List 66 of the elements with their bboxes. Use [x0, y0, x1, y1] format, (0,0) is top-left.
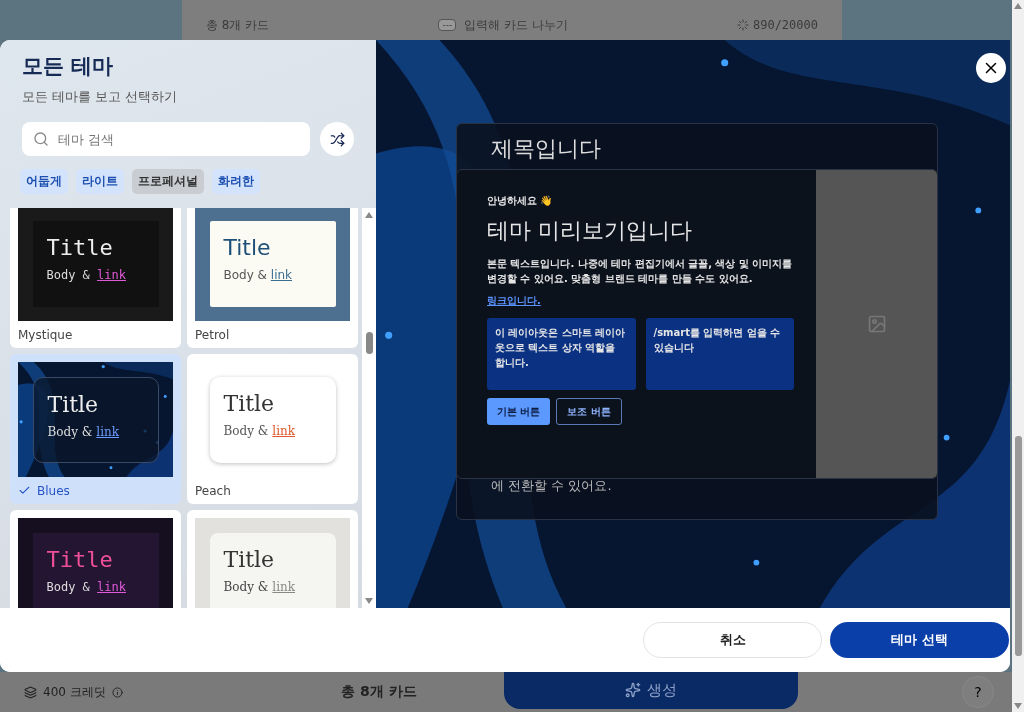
theme-card[interactable]: Title Body & link Mystique	[10, 208, 181, 348]
sample-title: Title	[223, 390, 276, 416]
sample-title: Title	[46, 546, 114, 572]
divider-hint: 입력해 카드 나누기	[464, 16, 568, 34]
image-icon	[866, 314, 887, 334]
check-icon	[18, 484, 31, 497]
sample-title: Title	[223, 546, 276, 572]
sample-title: Title	[223, 234, 272, 260]
theme-name: Petrol	[195, 327, 230, 342]
theme-name: Blues	[37, 483, 70, 498]
theme-name: Peach	[195, 483, 231, 498]
theme-card[interactable]: Title Body & link Peach	[187, 354, 358, 504]
sample-link[interactable]: link	[270, 267, 293, 282]
credits: 400 크레딧	[43, 683, 106, 701]
dialog-title: 모든 테마	[22, 53, 115, 80]
secondary-button[interactable]: 보조 버튼	[556, 398, 622, 425]
progress-icon	[736, 19, 749, 31]
sample-body-text: Body & link	[223, 267, 294, 282]
preview-title: 테마 미리보기입니다	[487, 217, 693, 245]
theme-name: Mystique	[18, 327, 73, 342]
sparkle-icon	[625, 682, 641, 698]
character-count: 890/20000	[752, 18, 818, 32]
theme-card[interactable]: Title Body & link	[10, 510, 181, 608]
sample-body-text: Body & link	[223, 579, 296, 594]
sample-link[interactable]: link	[272, 579, 295, 594]
sample-title: Title	[46, 234, 114, 260]
search-icon	[33, 131, 49, 147]
filter-chip[interactable]: 라이트	[76, 169, 124, 194]
preview-body: 본문 텍스트입니다. 나중에 테마 편집기에서 글꼴, 색상 및 이미지를 변경할 수 있어요. 맞춤형 브랜드 테마를 만들 수도 있어요.	[487, 257, 794, 286]
preview-link[interactable]: 링크입니다.	[487, 294, 541, 308]
shuffle-icon	[329, 131, 345, 147]
search-field[interactable]: 테마 검색	[22, 122, 310, 156]
card-total: 총 8개 카드	[340, 683, 418, 701]
sample-link[interactable]: link	[96, 424, 119, 439]
generate-button[interactable]: 생성	[504, 671, 798, 709]
card-count: 총 8개 카드	[206, 16, 270, 34]
theme-card[interactable]: Title Body & link Petrol	[187, 208, 358, 348]
shuffle-button[interactable]	[320, 122, 354, 156]
greeting: 안녕하세요 👋	[487, 194, 554, 208]
theme-card[interactable]: Title Body & link	[187, 510, 358, 608]
text-box: 이 레이아웃은 스마트 레이아웃으로 텍스트 상자 역할을 합니다.	[487, 318, 636, 390]
preview-text: 에 전환할 수 있어요.	[491, 477, 613, 495]
sample-link[interactable]: link	[97, 267, 126, 282]
info-icon	[111, 686, 123, 698]
cancel-button[interactable]: 취소	[643, 622, 822, 658]
sample-body-text: Body & link	[46, 267, 127, 282]
confirm-button[interactable]: 테마 선택	[830, 622, 1009, 658]
filter-chip[interactable]: 화려한	[212, 169, 260, 194]
dialog-subtitle: 모든 테마를 보고 선택하기	[22, 88, 179, 106]
help-button[interactable]: ?	[962, 676, 994, 708]
sample-body-text: Body & link	[47, 424, 120, 439]
divider-key: ---	[438, 19, 457, 31]
filter-chip[interactable]: 프로페셔널	[132, 169, 204, 194]
scrollbar[interactable]	[362, 208, 376, 608]
sample-body-text: Body & link	[46, 579, 127, 594]
primary-button[interactable]: 기본 버튼	[487, 398, 551, 425]
sample-body-text: Body & link	[223, 423, 296, 438]
sample-link[interactable]: link	[97, 579, 126, 594]
theme-card[interactable]: Title Body & link Blues	[10, 354, 181, 504]
sample-link[interactable]: link	[272, 423, 295, 438]
coins-icon	[24, 685, 37, 699]
text-box: /smart를 입력하면 얻을 수 있습니다	[645, 318, 794, 390]
filter-chip[interactable]: 어둡게	[20, 169, 68, 194]
sample-title: Title	[47, 391, 100, 417]
preview-heading: 제목입니다	[491, 135, 602, 163]
page-scrollbar[interactable]	[1012, 0, 1024, 712]
